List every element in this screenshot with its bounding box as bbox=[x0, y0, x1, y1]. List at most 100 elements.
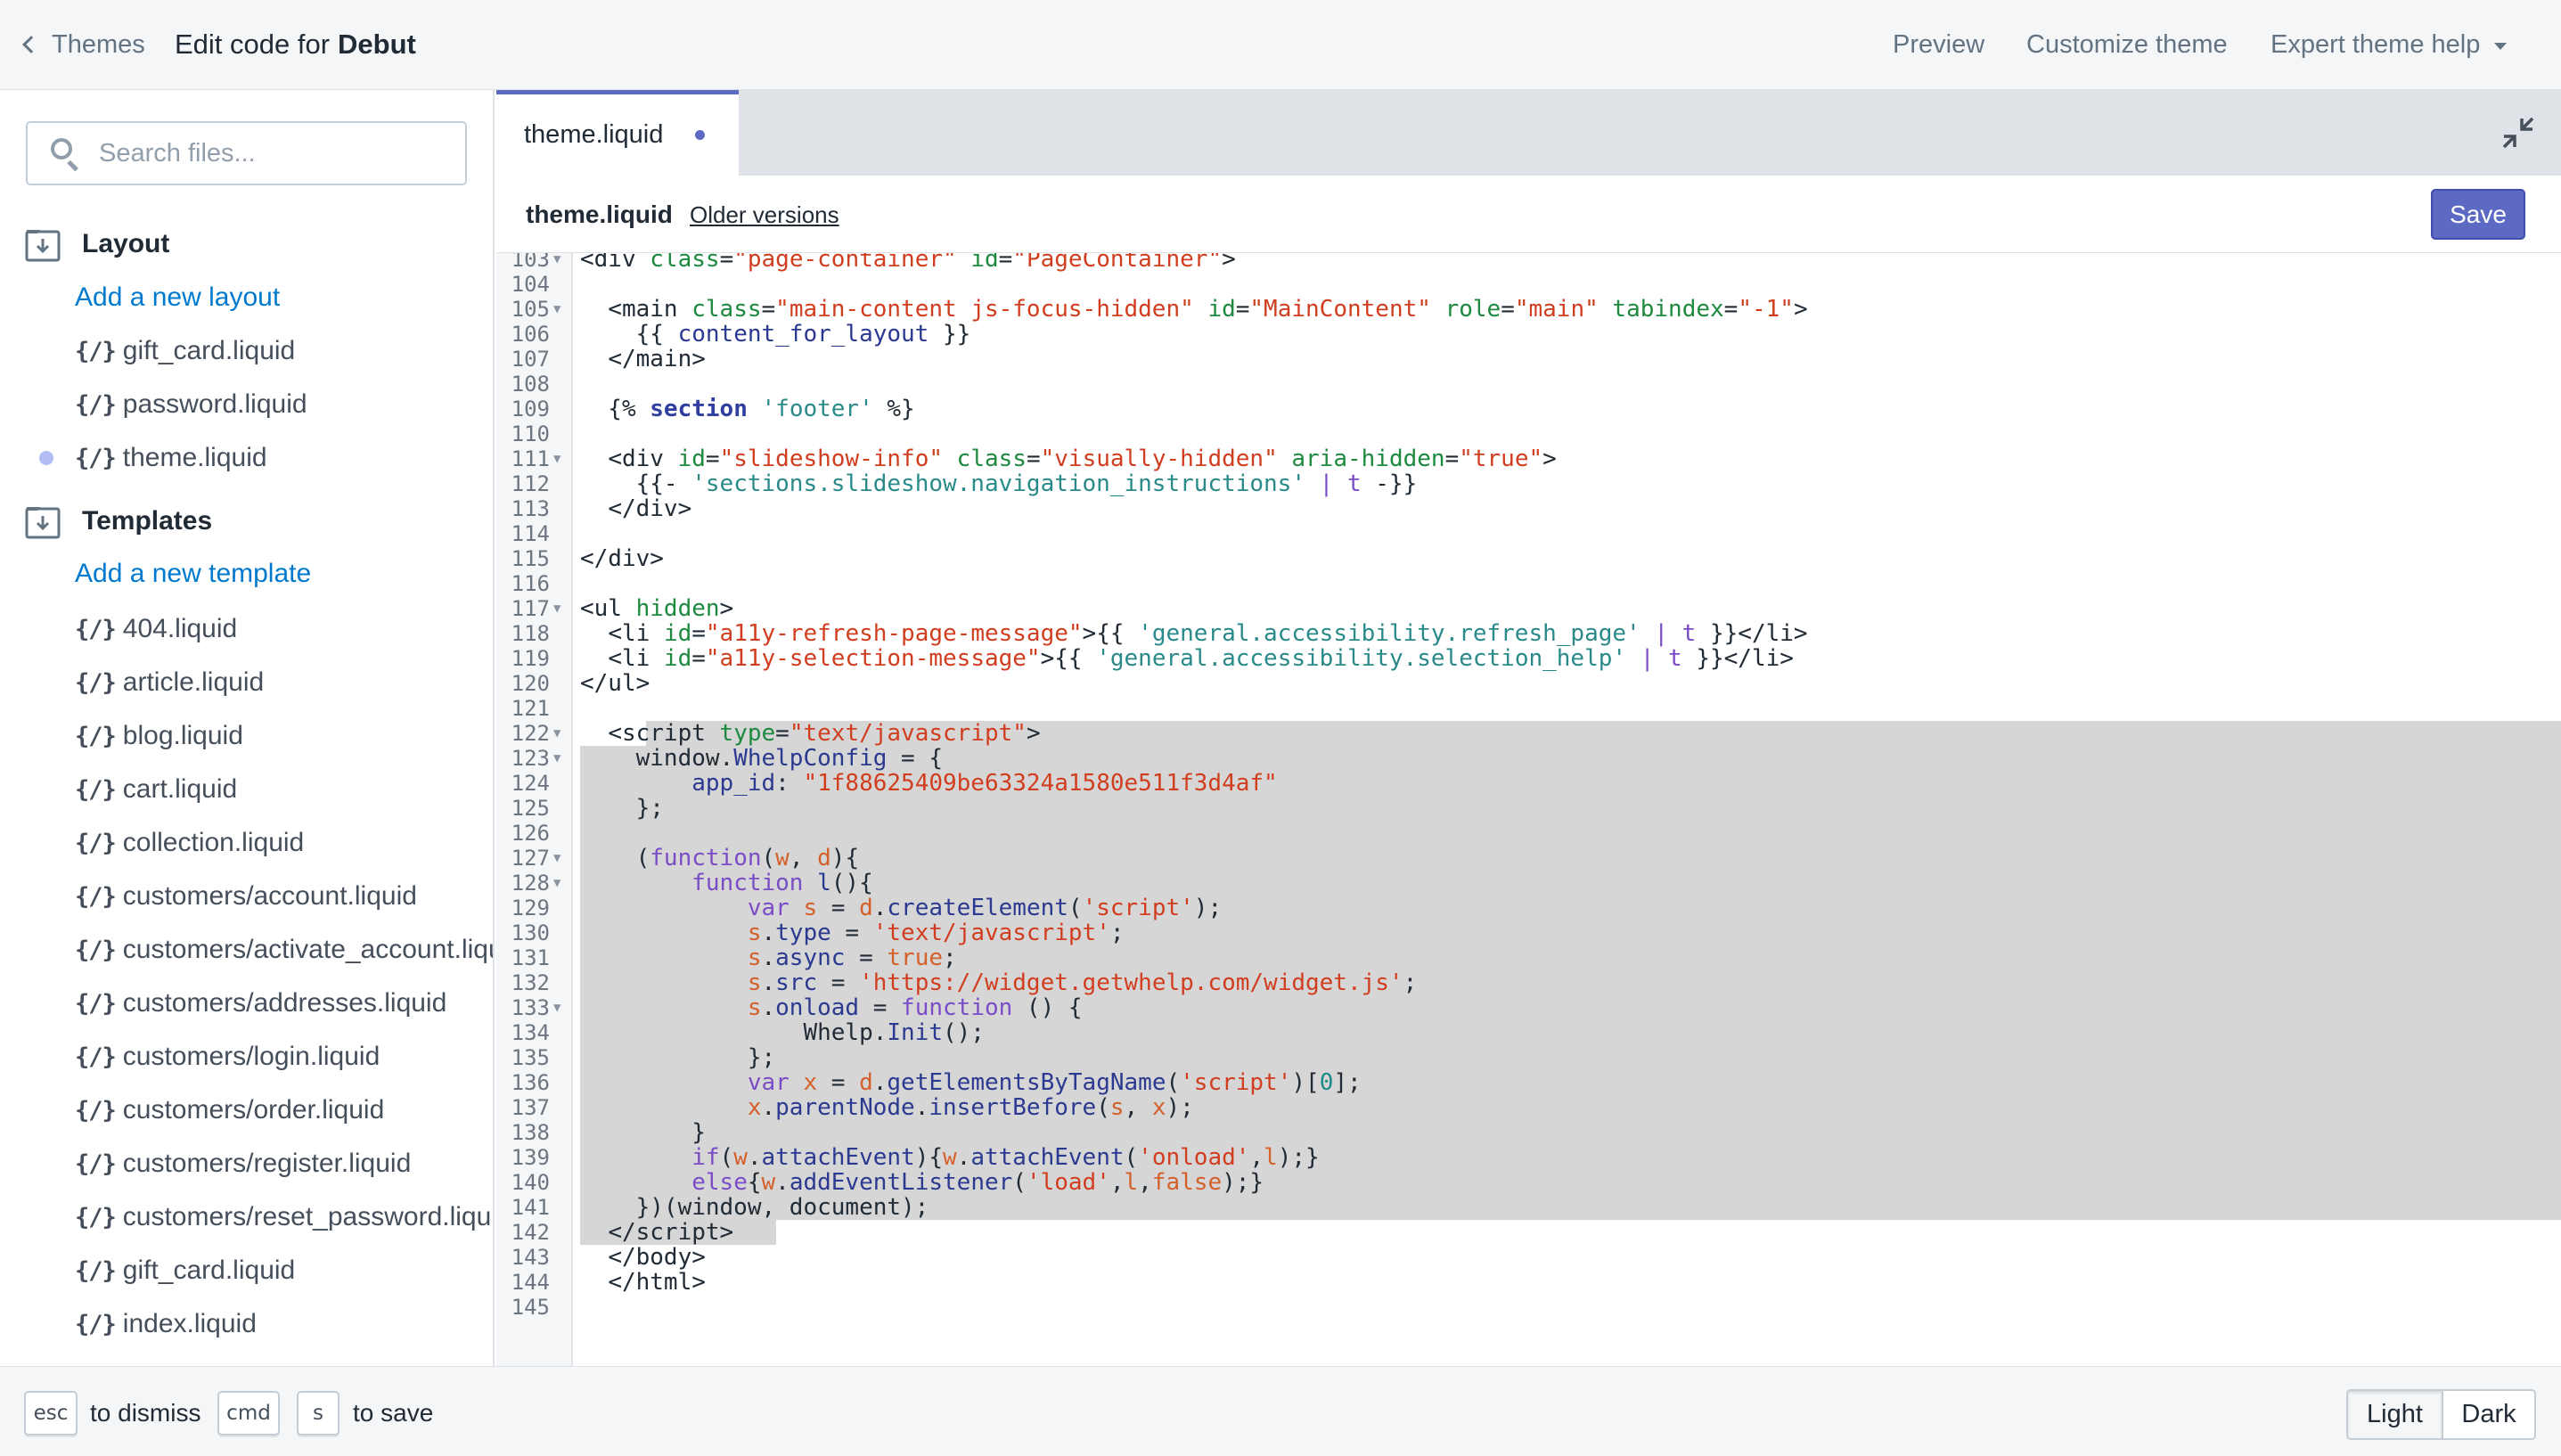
liquid-file-icon: {/} bbox=[75, 668, 117, 697]
code-text: </main> bbox=[608, 346, 706, 372]
folder-templates[interactable]: Templates bbox=[25, 499, 212, 544]
collapse-editor-button[interactable] bbox=[2502, 117, 2534, 149]
line-number: 123 bbox=[511, 746, 550, 771]
code-line: 112 {{- 'sections.slideshow.navigation_i… bbox=[496, 471, 2561, 496]
fold-arrow-icon[interactable]: ▼ bbox=[553, 596, 560, 621]
file-item[interactable]: {/} customers/account.liquid bbox=[75, 875, 417, 918]
file-item[interactable]: {/} index.liquid bbox=[75, 1303, 257, 1346]
code-line: 120 </ul> bbox=[496, 671, 2561, 696]
liquid-file-icon: {/} bbox=[75, 1310, 117, 1338]
file-item[interactable]: {/} password.liquid bbox=[75, 383, 307, 426]
tab-label: theme.liquid bbox=[524, 120, 664, 149]
code-line: 127 ▼ (function(w, d){ bbox=[496, 846, 2561, 871]
fold-arrow-icon[interactable]: ▼ bbox=[553, 871, 560, 896]
dark-theme-button[interactable]: Dark bbox=[2443, 1391, 2534, 1438]
code-text: s.src = 'https://widget.getwhelp.com/wid… bbox=[747, 969, 1418, 996]
file-item[interactable]: {/} gift_card.liquid bbox=[75, 330, 295, 372]
code-editor[interactable]: 103 ▼ <div class="page-container" id="Page… bbox=[496, 253, 2561, 1366]
file-item[interactable]: {/} customers/addresses.liquid bbox=[75, 982, 446, 1025]
code-text: <ul hidden> bbox=[580, 595, 734, 622]
code-line: 118 <li id="a11y-refresh-page-message">{… bbox=[496, 621, 2561, 646]
line-number: 109 bbox=[511, 397, 550, 421]
line-number: 129 bbox=[511, 896, 550, 920]
code-line: 123 ▼ window.WhelpConfig = { bbox=[496, 746, 2561, 771]
file-item[interactable]: {/} customers/register.liquid bbox=[75, 1142, 411, 1185]
code-text: x.parentNode.insertBefore(s, x); bbox=[747, 1094, 1194, 1121]
fold-arrow-icon[interactable]: ▼ bbox=[553, 846, 560, 871]
code-line: 142 </script> bbox=[496, 1220, 2561, 1245]
code-line: 126 bbox=[496, 821, 2561, 846]
code-line: 144 </html> bbox=[496, 1270, 2561, 1295]
liquid-file-icon: {/} bbox=[75, 390, 117, 419]
line-number: 137 bbox=[511, 1095, 550, 1120]
code-line: 107 </main> bbox=[496, 347, 2561, 372]
line-number: 136 bbox=[511, 1070, 550, 1095]
add-new-layout-link[interactable]: Add a new layout bbox=[75, 278, 280, 317]
search-files-input[interactable] bbox=[99, 138, 455, 168]
file-item[interactable]: {/} theme.liquid bbox=[75, 437, 267, 479]
expert-theme-help-dropdown[interactable]: Expert theme help bbox=[2271, 25, 2508, 64]
code-text: else{w.addEventListener('load',l,false);… bbox=[691, 1169, 1264, 1196]
file-item[interactable]: {/} cart.liquid bbox=[75, 768, 237, 811]
customize-theme-link[interactable]: Customize theme bbox=[2026, 25, 2228, 64]
page-title-prefix: Edit code for bbox=[175, 29, 331, 60]
line-number: 120 bbox=[511, 671, 550, 696]
file-item[interactable]: {/} collection.liquid bbox=[75, 822, 304, 864]
light-theme-button[interactable]: Light bbox=[2348, 1391, 2443, 1438]
esc-key: esc bbox=[24, 1391, 78, 1436]
tab-theme-liquid[interactable]: theme.liquid bbox=[496, 90, 739, 176]
file-item[interactable]: {/} customers/login.liquid bbox=[75, 1035, 380, 1078]
file-item-label: customers/reset_password.liquid bbox=[122, 1202, 495, 1231]
code-text: var x = d.getElementsByTagName('script')… bbox=[747, 1069, 1362, 1096]
older-versions-link[interactable]: Older versions bbox=[690, 197, 839, 233]
code-text: var s = d.createElement('script'); bbox=[747, 895, 1223, 921]
folder-layout[interactable]: Layout bbox=[25, 222, 169, 266]
code-line: 141 })(window, document); bbox=[496, 1195, 2561, 1220]
fold-arrow-icon[interactable]: ▼ bbox=[553, 995, 560, 1020]
fold-arrow-icon[interactable]: ▼ bbox=[553, 721, 560, 746]
code-line: 138 } bbox=[496, 1120, 2561, 1145]
file-item-label: index.liquid bbox=[122, 1309, 257, 1338]
file-item[interactable]: {/} customers/reset_password.liquid bbox=[75, 1196, 495, 1239]
code-line: 122 ▼ <script type="text/javascript"> bbox=[496, 721, 2561, 746]
save-button[interactable]: Save bbox=[2431, 189, 2525, 240]
file-item[interactable]: {/} 404.liquid bbox=[75, 608, 237, 650]
collapse-icon bbox=[2502, 117, 2534, 149]
code-line: 140 else{w.addEventListener('load',l,fal… bbox=[496, 1170, 2561, 1195]
code-line: 128 ▼ function l(){ bbox=[496, 871, 2561, 896]
file-item-label: 404.liquid bbox=[122, 614, 238, 643]
fold-arrow-icon[interactable]: ▼ bbox=[553, 297, 560, 322]
folder-templates-label: Templates bbox=[82, 506, 213, 536]
file-item[interactable]: {/} gift_card.liquid bbox=[75, 1249, 295, 1292]
line-number: 118 bbox=[511, 621, 550, 646]
back-to-themes-link[interactable]: Themes bbox=[20, 25, 145, 64]
line-number: 143 bbox=[511, 1245, 550, 1270]
file-item[interactable]: {/} customers/activate_account.liquid bbox=[75, 928, 493, 971]
code-text: </div> bbox=[608, 495, 692, 522]
cmd-key: cmd bbox=[217, 1391, 280, 1436]
code-line: 137 x.parentNode.insertBefore(s, x); bbox=[496, 1095, 2561, 1120]
code-line: 130 s.type = 'text/javascript'; bbox=[496, 920, 2561, 945]
line-number: 114 bbox=[511, 521, 550, 546]
code-line: 132 s.src = 'https://widget.getwhelp.com… bbox=[496, 970, 2561, 995]
code-text: <div id="slideshow-info" class="visually… bbox=[608, 446, 1557, 472]
file-item[interactable]: {/} article.liquid bbox=[75, 661, 264, 704]
code-line: 103 ▼ <div class="page-container" id="Page… bbox=[496, 253, 2561, 272]
fold-arrow-icon[interactable]: ▼ bbox=[553, 446, 560, 471]
code-text: <script type="text/javascript"> bbox=[608, 720, 1041, 747]
code-text: s.type = 'text/javascript'; bbox=[747, 920, 1125, 946]
preview-link[interactable]: Preview bbox=[1893, 25, 1984, 64]
fold-arrow-icon[interactable]: ▼ bbox=[553, 253, 560, 272]
add-new-template-link[interactable]: Add a new template bbox=[75, 554, 311, 593]
current-file-name: theme.liquid bbox=[526, 200, 673, 228]
search-files-box[interactable] bbox=[26, 121, 467, 185]
file-item[interactable]: {/} customers/order.liquid bbox=[75, 1089, 384, 1132]
liquid-file-icon: {/} bbox=[75, 1203, 117, 1231]
fold-arrow-icon[interactable]: ▼ bbox=[553, 746, 560, 771]
file-item[interactable]: {/} blog.liquid bbox=[75, 715, 243, 757]
caret-down-icon bbox=[2494, 43, 2508, 50]
file-item-label: theme.liquid bbox=[122, 443, 267, 472]
line-number: 127 bbox=[511, 846, 550, 871]
line-number: 124 bbox=[511, 771, 550, 796]
liquid-file-icon: {/} bbox=[75, 936, 117, 964]
